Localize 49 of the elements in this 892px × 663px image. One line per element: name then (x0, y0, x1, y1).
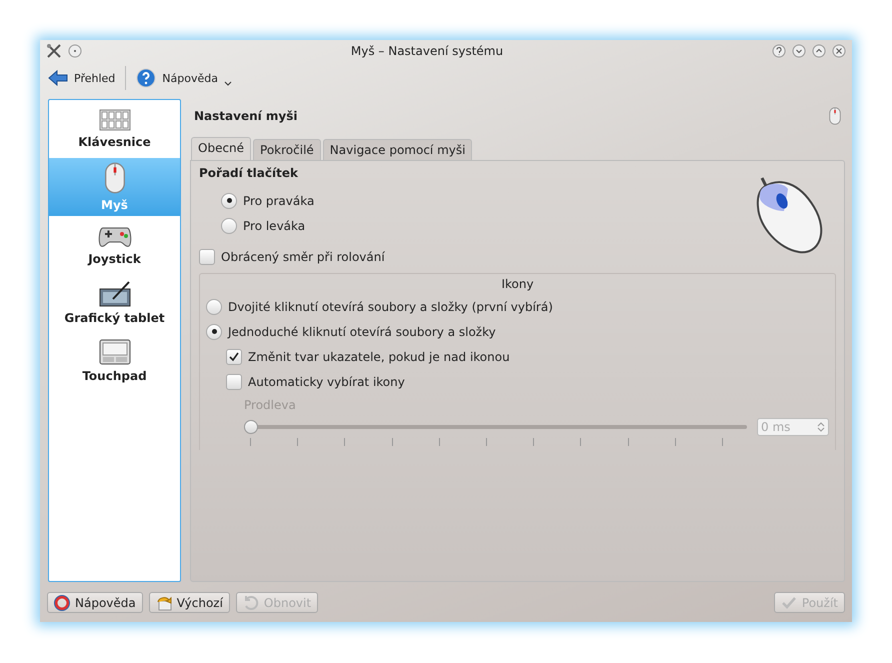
touchpad-icon (98, 339, 130, 365)
checkbox-label: Změnit tvar ukazatele, pokud je nad ikonou (248, 350, 510, 364)
minimize-button[interactable] (792, 44, 806, 58)
back-arrow-icon (48, 70, 68, 86)
window-title: Myš – Nastavení systému (350, 44, 504, 58)
close-button[interactable] (832, 44, 846, 58)
help-icon (136, 68, 156, 88)
radio-button[interactable] (221, 192, 237, 208)
keyboard-icon (98, 109, 130, 131)
radio-button[interactable] (206, 324, 222, 340)
category-item[interactable]: Grafický tablet (49, 274, 180, 332)
category-item[interactable]: Klávesnice (49, 100, 180, 158)
option-label: Dvojité kliknutí otevírá soubory a složky (první vybírá) (228, 300, 553, 314)
mouse-icon (104, 162, 126, 194)
mouse-icon (829, 107, 841, 125)
undo-arrow-icon (156, 594, 172, 610)
page-heading: Nastavení myši (194, 109, 298, 123)
group-title: Ikony (501, 277, 534, 291)
category-item[interactable]: Touchpad (49, 332, 180, 390)
checkmark-icon (229, 352, 239, 362)
checkmark-icon (780, 594, 797, 610)
toolbar-button[interactable]: Nápověda (134, 66, 234, 90)
tab[interactable]: Pokročilé (253, 139, 321, 160)
dialog-button[interactable]: Výchozí (148, 592, 230, 613)
tablet-icon (98, 281, 130, 307)
radio-button[interactable] (206, 298, 222, 314)
option-label: Pro praváka (243, 194, 314, 208)
toolbar-button[interactable]: Přehled (46, 68, 118, 88)
spin-arrows-icon (817, 421, 825, 433)
checkbox[interactable] (226, 348, 242, 364)
pin-button[interactable] (68, 44, 82, 58)
tab[interactable]: Navigace pomocí myši (322, 139, 472, 160)
checkbox[interactable] (226, 374, 242, 390)
help-button[interactable] (772, 44, 786, 58)
lifebuoy-icon (54, 594, 70, 610)
checkbox-label: Automaticky vybírat ikony (248, 374, 405, 388)
radio-button[interactable] (221, 218, 237, 234)
dialog-button[interactable]: Nápověda (47, 592, 143, 613)
category-item[interactable]: Joystick (49, 216, 180, 274)
checkbox[interactable] (199, 248, 215, 264)
checkbox-label: Obrácený směr při rolování (221, 250, 385, 264)
tab[interactable]: Obecné (191, 137, 252, 160)
option-label: Pro leváka (243, 218, 306, 232)
maximize-button[interactable] (812, 44, 826, 58)
tools-icon[interactable] (46, 43, 62, 59)
delay-slider[interactable] (244, 420, 747, 434)
reset-arrow-icon (242, 594, 259, 610)
section-title: Pořadí tlačítek (199, 166, 299, 180)
option-label: Jednoduché kliknutí otevírá soubory a složky (228, 324, 496, 338)
